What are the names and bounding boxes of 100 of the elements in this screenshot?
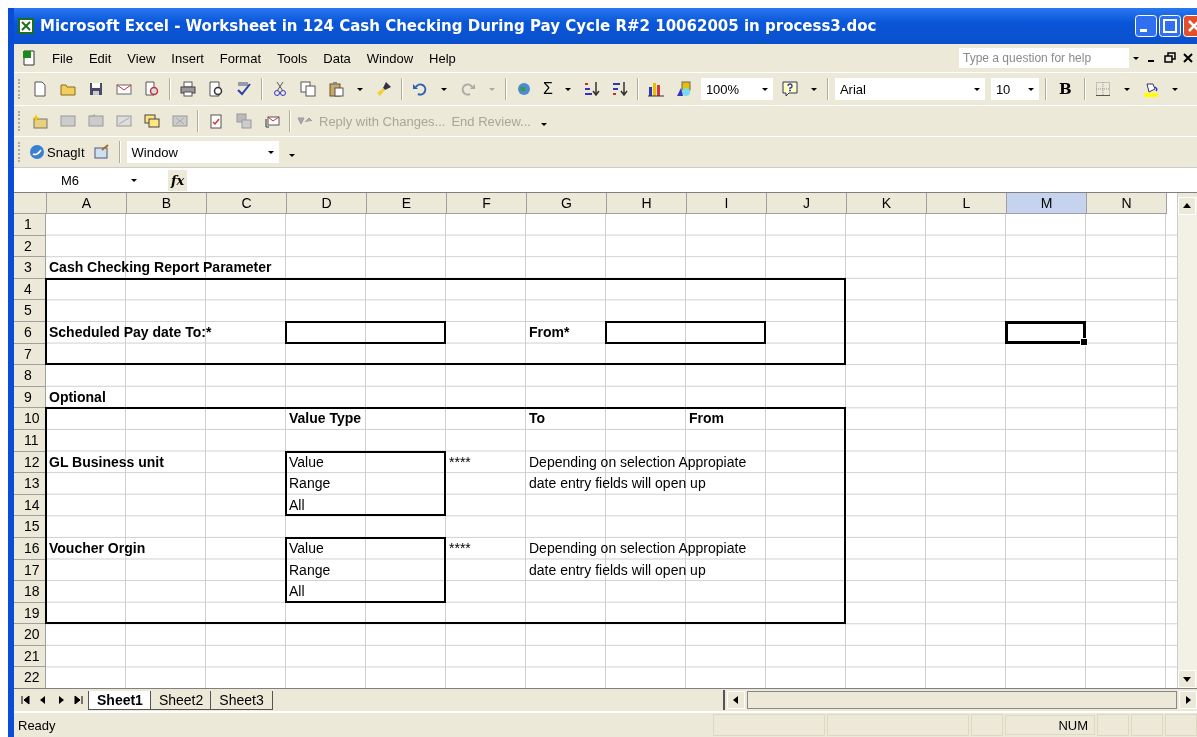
- dropdown-arrow-icon[interactable]: [1026, 85, 1035, 93]
- windows-icon[interactable]: [144, 113, 160, 129]
- column-header[interactable]: N: [1087, 193, 1167, 214]
- scroll-right-icon[interactable]: [1179, 691, 1197, 709]
- menu-item[interactable]: Window: [358, 48, 422, 68]
- capture-mode-dropdown[interactable]: Window: [126, 141, 279, 163]
- column-header[interactable]: J: [767, 193, 847, 214]
- font-dropdown[interactable]: Arial: [834, 78, 985, 100]
- worksheet-icon[interactable]: [22, 50, 38, 66]
- menu-item[interactable]: File: [44, 48, 81, 68]
- menu-item[interactable]: Help: [421, 48, 464, 68]
- autosum-button[interactable]: Σ: [541, 80, 555, 98]
- clipboard-check-icon[interactable]: [208, 113, 224, 129]
- toolbar-options-icon[interactable]: [287, 151, 296, 159]
- copy-icon[interactable]: [300, 81, 316, 97]
- paintbrush-icon[interactable]: [376, 81, 392, 97]
- dropdown-arrow-icon[interactable]: [563, 85, 572, 93]
- envelope-clip-icon[interactable]: [264, 113, 280, 129]
- envelope-icon[interactable]: [116, 81, 132, 97]
- zoom-dropdown[interactable]: 100%: [700, 78, 773, 100]
- dropdown-arrow-icon[interactable]: [356, 85, 364, 93]
- dropdown-arrow-icon[interactable]: [130, 176, 138, 184]
- sheet-tab[interactable]: Sheet3: [210, 690, 273, 710]
- folder-star-icon[interactable]: [32, 113, 48, 129]
- minimize-button[interactable]: [1135, 15, 1157, 37]
- fill-bucket-icon[interactable]: [1142, 81, 1159, 97]
- undo-icon[interactable]: [412, 81, 428, 97]
- row-header[interactable]: 1: [14, 214, 46, 236]
- scroll-down-icon[interactable]: [1178, 670, 1196, 688]
- column-header[interactable]: K: [847, 193, 927, 214]
- bar-chart-icon[interactable]: [647, 81, 664, 97]
- dropdown-arrow-icon[interactable]: [972, 85, 981, 93]
- open-folder-icon[interactable]: [60, 81, 76, 97]
- maximize-button[interactable]: [1159, 15, 1181, 37]
- snagit-logo-icon[interactable]: [29, 144, 45, 160]
- restore-icon[interactable]: [1164, 52, 1176, 64]
- row-header[interactable]: 4: [14, 278, 46, 301]
- printer-icon[interactable]: [180, 81, 196, 97]
- clipboard-icon[interactable]: [328, 81, 344, 97]
- column-header[interactable]: I: [687, 193, 767, 214]
- row-header[interactable]: 5: [14, 300, 46, 322]
- column-header[interactable]: M: [1007, 193, 1087, 214]
- sheet-tab[interactable]: Sheet2: [149, 690, 213, 710]
- column-header[interactable]: B: [127, 193, 207, 214]
- dropdown-arrow-icon[interactable]: [1170, 85, 1179, 93]
- scroll-left-icon[interactable]: [727, 691, 745, 709]
- row-header[interactable]: 10: [14, 408, 46, 430]
- insert-function-button[interactable]: fx: [168, 169, 188, 191]
- column-header[interactable]: L: [927, 193, 1007, 214]
- dropdown-arrow-icon[interactable]: [1132, 54, 1140, 62]
- row-header[interactable]: 11: [14, 429, 46, 452]
- row-header[interactable]: 12: [14, 451, 46, 474]
- dropdown-arrow-icon[interactable]: [1122, 85, 1131, 93]
- spelling-check-icon[interactable]: [236, 81, 252, 97]
- new-document-icon[interactable]: [32, 81, 48, 97]
- row-header[interactable]: 9: [14, 386, 46, 409]
- menu-item[interactable]: Format: [211, 48, 269, 68]
- active-cell-cursor[interactable]: [1005, 321, 1086, 344]
- toolbar-options-icon[interactable]: [539, 120, 548, 128]
- sheet-tab[interactable]: Sheet1: [88, 690, 152, 710]
- scroll-up-icon[interactable]: [1178, 197, 1196, 215]
- capture-window-icon[interactable]: [93, 144, 110, 160]
- row-header[interactable]: 22: [14, 667, 46, 688]
- menu-item[interactable]: Tools: [269, 48, 316, 68]
- save-icon[interactable]: [88, 81, 104, 97]
- sort-ascending-icon[interactable]: [583, 81, 600, 97]
- document-magnifier-icon[interactable]: [144, 81, 160, 97]
- row-header[interactable]: 3: [14, 257, 46, 279]
- row-header[interactable]: 8: [14, 365, 46, 387]
- column-header[interactable]: C: [207, 193, 287, 214]
- font-size-dropdown[interactable]: 10: [990, 78, 1039, 100]
- column-header[interactable]: F: [447, 193, 527, 214]
- horizontal-scrollbar[interactable]: [723, 690, 1197, 710]
- column-header[interactable]: H: [607, 193, 687, 214]
- bold-button[interactable]: B: [1052, 80, 1078, 98]
- row-header[interactable]: 21: [14, 645, 46, 668]
- row-header[interactable]: 6: [14, 321, 46, 344]
- row-header[interactable]: 19: [14, 602, 46, 625]
- help-search-field[interactable]: Type a question for help: [959, 48, 1129, 68]
- menu-item[interactable]: Insert: [163, 48, 212, 68]
- row-header[interactable]: 13: [14, 473, 46, 495]
- row-header[interactable]: 7: [14, 343, 46, 366]
- close-icon[interactable]: [1182, 52, 1194, 64]
- vertical-scrollbar[interactable]: [1177, 193, 1197, 688]
- print-preview-icon[interactable]: [208, 81, 224, 97]
- column-header[interactable]: G: [527, 193, 607, 214]
- row-header[interactable]: 14: [14, 494, 46, 517]
- snagit-button[interactable]: SnagIt: [47, 144, 85, 160]
- row-header[interactable]: 2: [14, 235, 46, 258]
- menu-item[interactable]: Edit: [80, 48, 120, 68]
- shapes-icon[interactable]: [675, 81, 692, 97]
- dropdown-arrow-icon[interactable]: [760, 85, 769, 93]
- dropdown-arrow-icon[interactable]: [266, 148, 275, 156]
- dropdown-arrow-icon[interactable]: [440, 85, 448, 93]
- column-header[interactable]: A: [47, 193, 127, 214]
- row-header[interactable]: 20: [14, 624, 46, 646]
- globe-icon[interactable]: [516, 81, 532, 97]
- menu-item[interactable]: View: [119, 48, 164, 68]
- name-box[interactable]: M6: [14, 169, 126, 191]
- row-header[interactable]: 18: [14, 581, 46, 603]
